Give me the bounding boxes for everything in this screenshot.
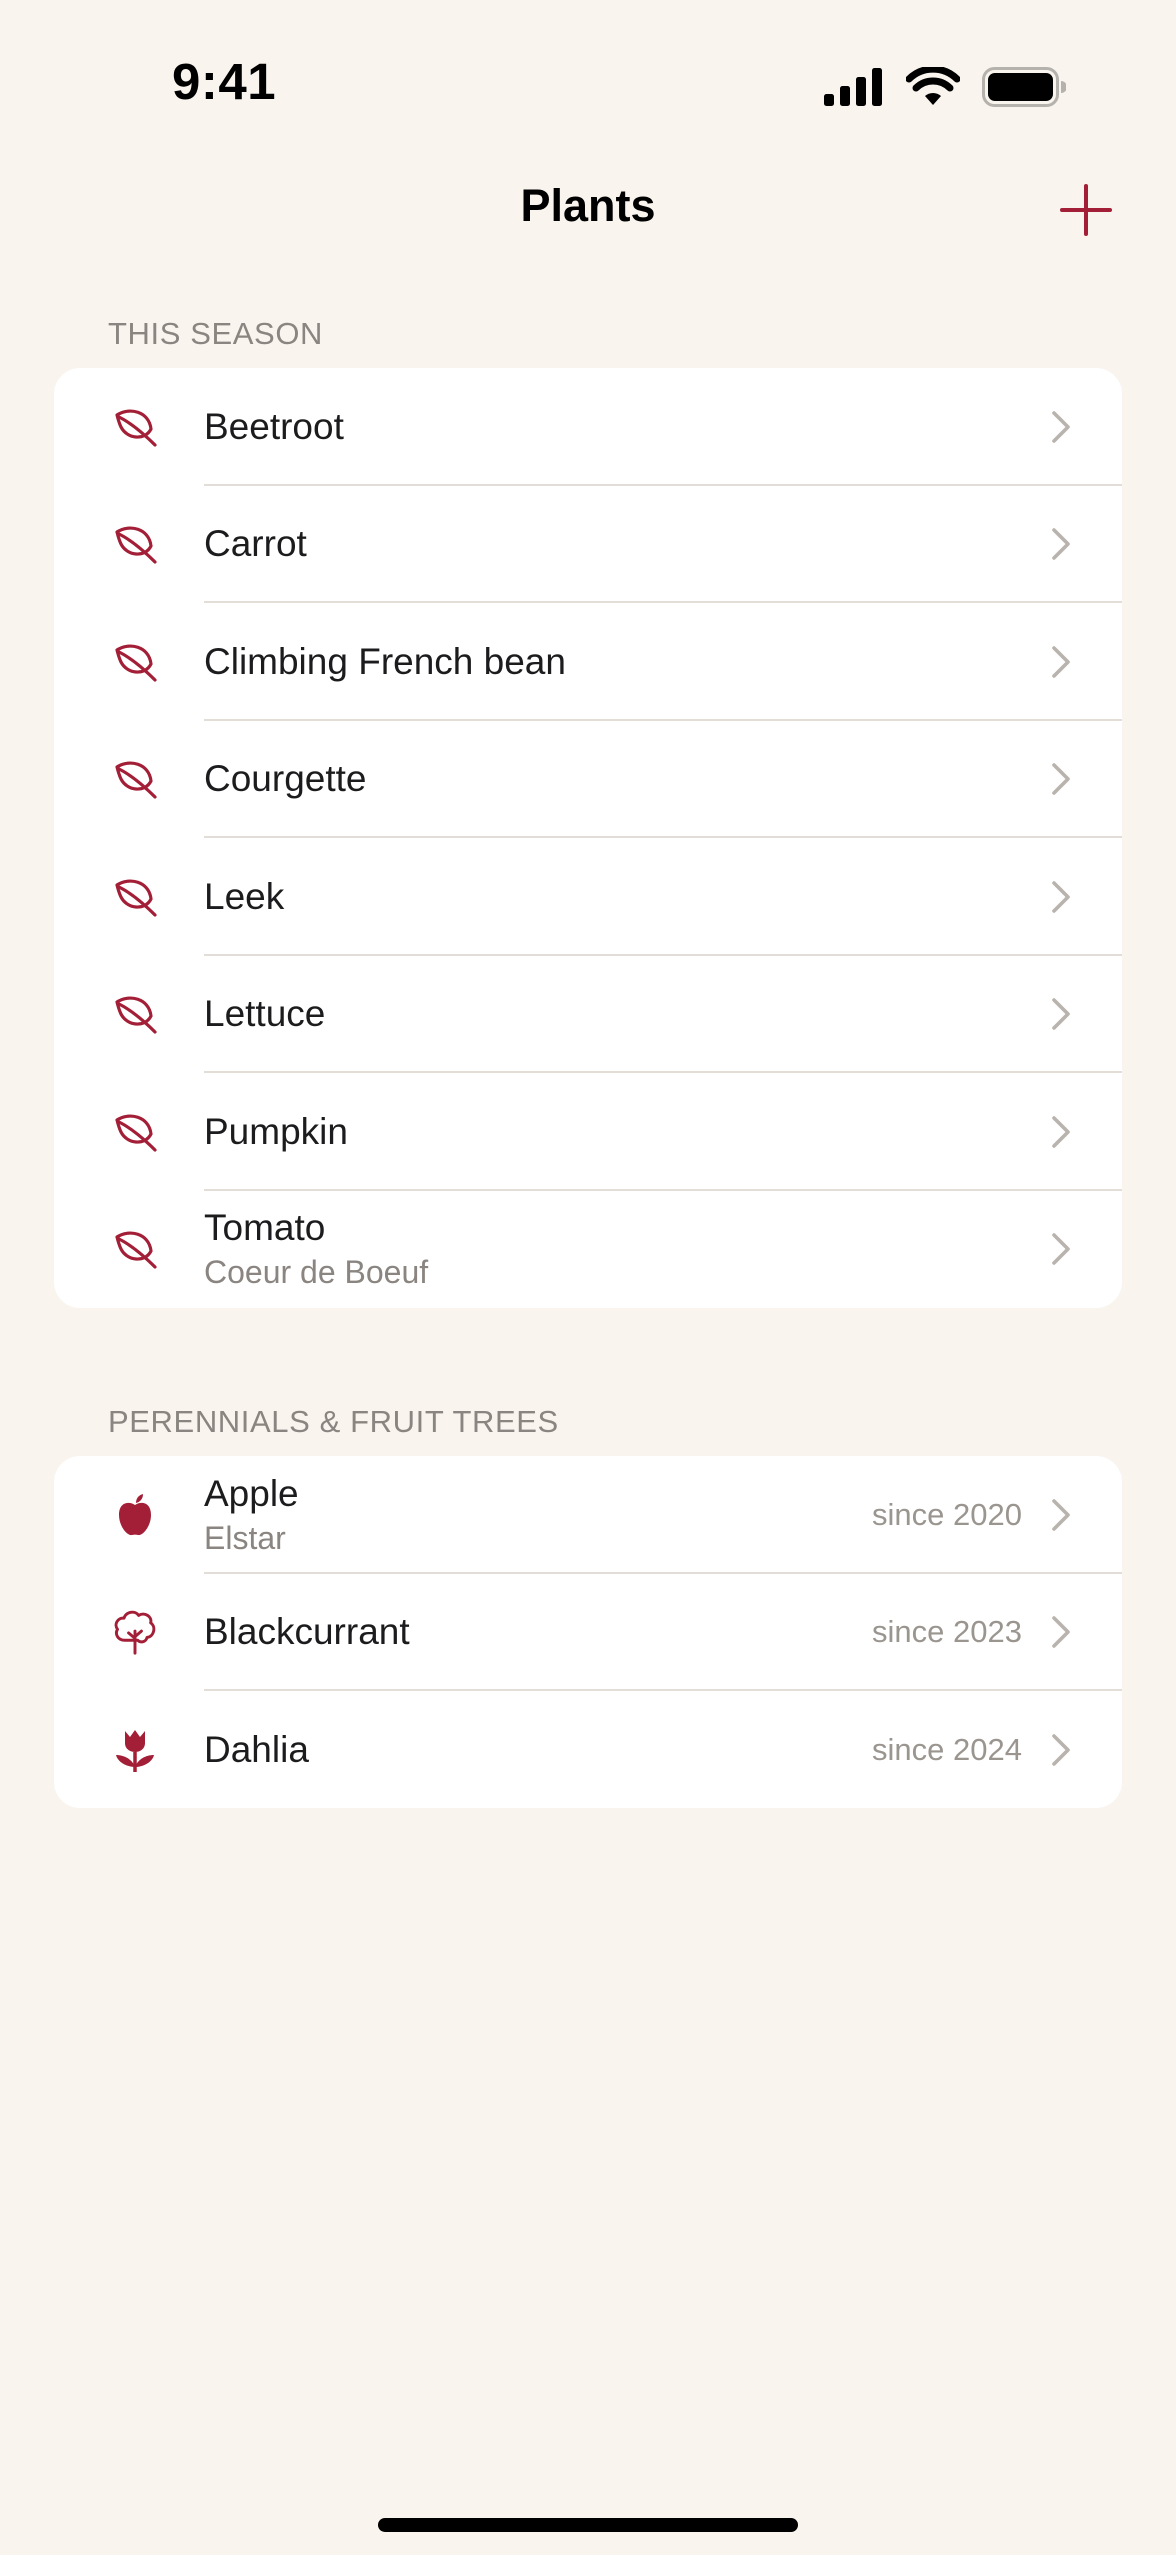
leaf-icon xyxy=(112,639,158,685)
leaf-icon xyxy=(112,756,158,802)
plant-name: Blackcurrant xyxy=(204,1611,410,1653)
plant-name: Lettuce xyxy=(204,993,326,1035)
plant-row-dahlia[interactable]: Dahlia since 2024 xyxy=(54,1691,1122,1808)
tree-icon xyxy=(112,1609,158,1655)
chevron-right-icon xyxy=(1052,763,1070,796)
leaf-icon xyxy=(112,874,158,920)
page-title: Plants xyxy=(520,180,656,231)
row-texts: Leek xyxy=(204,838,284,956)
plants-screen: 9:41 Plants THIS SEASON Beetroot Carrot … xyxy=(0,0,1176,2555)
plant-row-tomato[interactable]: Tomato Coeur de Boeuf xyxy=(54,1191,1122,1309)
plant-name: Carrot xyxy=(204,523,307,565)
wifi-icon xyxy=(906,67,960,105)
section-header-this-season: THIS SEASON xyxy=(108,316,324,351)
chevron-right-icon xyxy=(1052,645,1070,678)
row-texts: Dahlia xyxy=(204,1691,309,1808)
plant-name: Tomato xyxy=(204,1207,326,1249)
section-header-perennials: PERENNIALS & FRUIT TREES xyxy=(108,1404,559,1439)
leaf-icon xyxy=(112,991,158,1037)
perennials-list: Apple Elstar since 2020 Blackcurrant sin… xyxy=(54,1456,1122,1808)
row-texts: Lettuce xyxy=(204,956,325,1074)
planted-since: since 2020 xyxy=(872,1496,1022,1532)
plant-name: Leek xyxy=(204,875,285,917)
plant-name: Beetroot xyxy=(204,405,344,447)
leaf-icon xyxy=(112,404,158,450)
apple-icon xyxy=(112,1492,158,1538)
chevron-right-icon xyxy=(1052,528,1070,561)
row-texts: Beetroot xyxy=(204,368,344,486)
row-texts: Apple Elstar xyxy=(204,1456,299,1574)
leaf-icon xyxy=(112,1109,158,1155)
plant-row-leek[interactable]: Leek xyxy=(54,838,1122,956)
leaf-icon xyxy=(112,1226,158,1272)
chevron-right-icon xyxy=(1052,410,1070,443)
row-texts: Pumpkin xyxy=(204,1073,348,1191)
plant-row-carrot[interactable]: Carrot xyxy=(54,486,1122,604)
plant-row-blackcurrant[interactable]: Blackcurrant since 2023 xyxy=(54,1574,1122,1692)
chevron-right-icon xyxy=(1052,880,1070,913)
plant-variety: Elstar xyxy=(204,1519,286,1556)
chevron-right-icon xyxy=(1052,998,1070,1031)
battery-icon xyxy=(982,67,1066,107)
planted-since: since 2024 xyxy=(872,1731,1022,1767)
plant-row-beetroot[interactable]: Beetroot xyxy=(54,368,1122,486)
planted-since: since 2023 xyxy=(872,1614,1022,1650)
plus-icon xyxy=(1060,184,1112,236)
plant-name: Courgette xyxy=(204,758,367,800)
plant-name: Dahlia xyxy=(204,1728,309,1770)
plant-row-apple[interactable]: Apple Elstar since 2020 xyxy=(54,1456,1122,1574)
plant-name: Apple xyxy=(204,1472,299,1514)
row-texts: Tomato Coeur de Boeuf xyxy=(204,1191,428,1309)
row-texts: Carrot xyxy=(204,486,307,604)
plant-variety: Coeur de Boeuf xyxy=(204,1254,429,1291)
plant-row-lettuce[interactable]: Lettuce xyxy=(54,956,1122,1074)
row-texts: Climbing French bean xyxy=(204,603,566,721)
home-indicator[interactable] xyxy=(378,2518,798,2532)
leaf-icon xyxy=(112,521,158,567)
plant-name: Climbing French bean xyxy=(204,640,566,682)
plant-row-courgette[interactable]: Courgette xyxy=(54,721,1122,839)
chevron-right-icon xyxy=(1052,1498,1070,1531)
chevron-right-icon xyxy=(1052,1115,1070,1148)
add-plant-button[interactable] xyxy=(1056,180,1116,240)
this-season-list: Beetroot Carrot Climbing French bean Cou… xyxy=(54,368,1122,1308)
tulip-icon xyxy=(112,1727,158,1773)
status-time: 9:41 xyxy=(172,53,277,110)
row-texts: Courgette xyxy=(204,721,367,839)
chevron-right-icon xyxy=(1052,1616,1070,1649)
status-icons xyxy=(824,62,1066,112)
plant-row-climbing-french-bean[interactable]: Climbing French bean xyxy=(54,603,1122,721)
row-texts: Blackcurrant xyxy=(204,1574,410,1692)
cellular-signal-icon xyxy=(824,68,882,106)
chevron-right-icon xyxy=(1052,1733,1070,1766)
status-bar: 9:41 xyxy=(0,0,1176,170)
chevron-right-icon xyxy=(1052,1233,1070,1266)
plant-row-pumpkin[interactable]: Pumpkin xyxy=(54,1073,1122,1191)
plant-name: Pumpkin xyxy=(204,1110,348,1152)
